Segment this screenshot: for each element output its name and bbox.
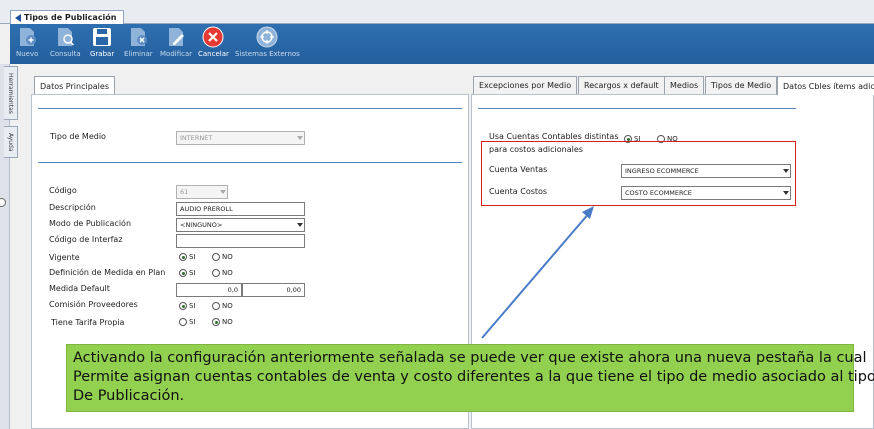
delete-button[interactable]: Eliminar bbox=[124, 26, 153, 58]
definicion-si-radio[interactable]: SI bbox=[179, 269, 196, 277]
usa-cuentas-label: Usa Cuentas Contables distintas bbox=[489, 132, 619, 141]
comision-no-radio[interactable]: NO bbox=[212, 302, 233, 310]
tipo-medio-label: Tipo de Medio bbox=[50, 132, 106, 141]
tab-back-icon bbox=[15, 13, 21, 22]
highlight-box bbox=[481, 141, 796, 206]
codigo-label: Código bbox=[49, 186, 77, 195]
codigo-interfaz-input[interactable] bbox=[176, 234, 305, 248]
divider bbox=[38, 162, 462, 163]
note-line-1: Activando la configuración anteriormente… bbox=[73, 350, 867, 366]
annotation-note: Activando la configuración anteriormente… bbox=[66, 344, 874, 412]
external-systems-icon bbox=[256, 26, 278, 48]
external-systems-button[interactable]: Sistemas Externos bbox=[235, 26, 300, 58]
medida-default-label: Medida Default bbox=[49, 284, 110, 293]
vigente-no-radio[interactable]: NO bbox=[212, 253, 233, 261]
side-tab-tools[interactable]: Herramientas bbox=[4, 66, 18, 120]
side-tab-bar: Herramientas Ayuda bbox=[0, 64, 18, 429]
consult-button[interactable]: Consulta bbox=[50, 26, 81, 58]
descripcion-input[interactable]: AUDIO PREROLL bbox=[176, 202, 305, 216]
new-document-icon bbox=[20, 28, 37, 46]
chevron-down-icon bbox=[220, 190, 226, 194]
document-tab-title: Tipos de Publicación bbox=[24, 13, 117, 22]
vigente-label: Vigente bbox=[49, 253, 80, 262]
tab-datos-cbles[interactable]: Datos Cbles ítems adic bbox=[777, 76, 874, 95]
modo-publicacion-label: Modo de Publicación bbox=[49, 219, 132, 228]
save-icon bbox=[93, 28, 112, 46]
note-line-3: De Publicación. bbox=[73, 388, 185, 404]
tab-tipos-medio[interactable]: Tipos de Medio bbox=[705, 76, 778, 94]
modify-button[interactable]: Modificar bbox=[160, 26, 192, 58]
divider bbox=[38, 108, 462, 109]
toolbar: Nuevo Consulta Grabar Eliminar Modificar… bbox=[10, 24, 874, 64]
comision-si-radio[interactable]: SI bbox=[179, 302, 196, 310]
tarifa-si-radio[interactable]: SI bbox=[179, 318, 196, 326]
note-line-2: Permite asignan cuentas contables de ven… bbox=[73, 369, 874, 385]
chevron-down-icon bbox=[297, 223, 303, 227]
divider bbox=[478, 108, 796, 109]
vigente-si-radio[interactable]: SI bbox=[179, 253, 196, 261]
edit-document-icon bbox=[169, 28, 185, 46]
comision-proveedores-label: Comisión Proveedores bbox=[49, 300, 138, 309]
delete-document-icon bbox=[131, 28, 148, 46]
definicion-no-radio[interactable]: NO bbox=[212, 269, 233, 277]
side-tab-help[interactable]: Ayuda bbox=[4, 126, 18, 158]
tiene-tarifa-label: Tiene Tarifa Propia bbox=[51, 318, 125, 327]
chevron-down-icon bbox=[297, 136, 303, 140]
tarifa-no-radio[interactable]: NO bbox=[212, 318, 233, 326]
document-tab[interactable]: Tipos de Publicación bbox=[10, 10, 124, 24]
definicion-medida-label: Definición de Medida en Plan bbox=[49, 268, 166, 277]
medida-default-input-1[interactable]: 0,0 bbox=[176, 283, 242, 297]
tab-recargos[interactable]: Recargos x default bbox=[578, 76, 665, 94]
new-button[interactable]: Nuevo bbox=[16, 26, 38, 58]
tab-datos-principales[interactable]: Datos Principales bbox=[34, 76, 115, 95]
cancel-button[interactable]: Cancelar bbox=[198, 26, 229, 58]
tipo-medio-select[interactable]: INTERNET bbox=[176, 131, 305, 145]
title-strip bbox=[0, 0, 874, 24]
medida-default-input-2[interactable]: 0,00 bbox=[242, 283, 305, 297]
top-arrow-decoration bbox=[415, 0, 417, 1]
modo-publicacion-select[interactable]: <NINGUNO> bbox=[176, 218, 305, 232]
save-button[interactable]: Grabar bbox=[90, 26, 114, 58]
cancel-icon bbox=[202, 26, 224, 48]
codigo-interfaz-label: Código de Interfaz bbox=[49, 235, 123, 244]
descripcion-label: Descripción bbox=[49, 203, 96, 212]
codigo-select[interactable]: 61 bbox=[176, 185, 228, 199]
tab-excepciones[interactable]: Excepciones por Medio bbox=[473, 76, 578, 94]
search-document-icon bbox=[58, 28, 75, 46]
tab-medios[interactable]: Medios bbox=[664, 76, 705, 94]
